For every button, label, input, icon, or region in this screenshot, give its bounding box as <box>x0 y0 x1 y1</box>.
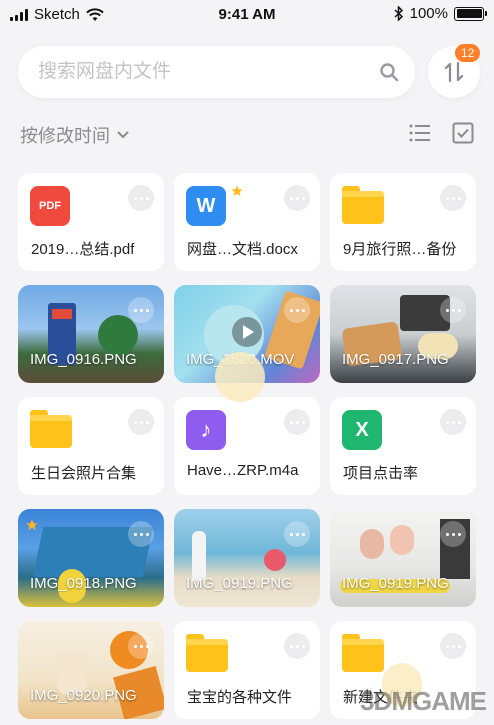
file-grid: PDF 2019…总结.pdf W 网盘…文档.docx 9月旅行照…备份 IM… <box>18 173 476 719</box>
more-button[interactable] <box>440 297 466 323</box>
word-icon: W <box>186 186 226 226</box>
folder-icon <box>186 634 228 672</box>
file-name: IMG_0920.PNG <box>30 687 137 704</box>
more-button[interactable] <box>128 521 154 547</box>
more-button[interactable] <box>128 633 154 659</box>
sort-filter-label: 按修改时间 <box>20 126 110 146</box>
sort-arrows-icon <box>444 61 464 83</box>
folder-card[interactable]: 9月旅行照…备份 <box>330 173 476 271</box>
more-button[interactable] <box>284 185 310 211</box>
more-button[interactable] <box>284 633 310 659</box>
file-name: 生日会照片合集 <box>31 465 137 482</box>
chevron-down-icon <box>117 131 129 139</box>
file-name: Have…ZRP.m4a <box>187 462 299 479</box>
more-button[interactable] <box>128 185 154 211</box>
more-button[interactable] <box>128 409 154 435</box>
search-input[interactable] <box>38 46 368 98</box>
status-bar: Sketch 9:41 AM 100% <box>0 0 494 30</box>
star-icon <box>26 519 38 530</box>
search-bar[interactable] <box>18 46 415 98</box>
file-name: 项目点击率 <box>343 465 419 482</box>
image-card[interactable]: IMG_0919.PNG <box>174 509 320 607</box>
more-button[interactable] <box>128 297 154 323</box>
play-icon[interactable] <box>232 317 262 347</box>
file-name: IMG_0919.PNG <box>342 575 449 592</box>
file-card[interactable]: W 网盘…文档.docx <box>174 173 320 271</box>
excel-icon: X <box>342 410 382 450</box>
file-name: 9月旅行照…备份 <box>343 241 457 258</box>
file-name: IMG_0919.PNG <box>186 575 293 592</box>
file-name: IMG_0917.PNG <box>342 351 449 368</box>
watermark-text: 3DMGAME <box>360 686 487 716</box>
more-button[interactable] <box>284 409 310 435</box>
more-button[interactable] <box>440 521 466 547</box>
battery-percent: 100% <box>409 5 448 22</box>
watermark: 3DMGAME <box>286 661 487 721</box>
battery-icon <box>454 6 487 21</box>
file-card[interactable]: ♪ Have…ZRP.m4a <box>174 397 320 495</box>
more-button[interactable] <box>284 521 310 547</box>
file-name: IMG_0916.PNG <box>30 351 137 368</box>
file-card[interactable]: PDF 2019…总结.pdf <box>18 173 164 271</box>
checkbox-icon[interactable] <box>452 122 474 144</box>
image-card[interactable]: IMG_0918.PNG <box>18 509 164 607</box>
watermark-mascot <box>215 352 265 402</box>
battery-fill <box>456 9 482 18</box>
file-name: 网盘…文档.docx <box>187 241 298 258</box>
star-icon <box>231 185 243 196</box>
bluetooth-icon <box>394 6 403 21</box>
music-icon: ♪ <box>186 410 226 450</box>
list-icon[interactable] <box>408 122 432 144</box>
file-name: IMG_0918.PNG <box>30 575 137 592</box>
image-card[interactable]: IMG_0919.PNG <box>330 509 476 607</box>
file-name: 2019…总结.pdf <box>31 241 135 258</box>
more-button[interactable] <box>440 409 466 435</box>
sort-filter-dropdown[interactable]: 按修改时间 <box>20 122 130 148</box>
folder-icon <box>30 410 72 448</box>
status-right-group: 100% <box>394 5 487 22</box>
image-card[interactable]: IMG_0917.PNG <box>330 285 476 383</box>
image-card[interactable]: IMG_0916.PNG <box>18 285 164 383</box>
file-card[interactable]: X 项目点击率 <box>330 397 476 495</box>
folder-card[interactable]: 生日会照片合集 <box>18 397 164 495</box>
search-icon[interactable] <box>379 62 399 82</box>
image-card[interactable]: IMG_0920.PNG <box>18 621 164 719</box>
folder-icon <box>342 186 384 224</box>
notification-badge: 12 <box>455 44 481 62</box>
more-button[interactable] <box>284 297 310 323</box>
pdf-icon: PDF <box>30 186 70 226</box>
more-button[interactable] <box>440 185 466 211</box>
more-button[interactable] <box>440 633 466 659</box>
